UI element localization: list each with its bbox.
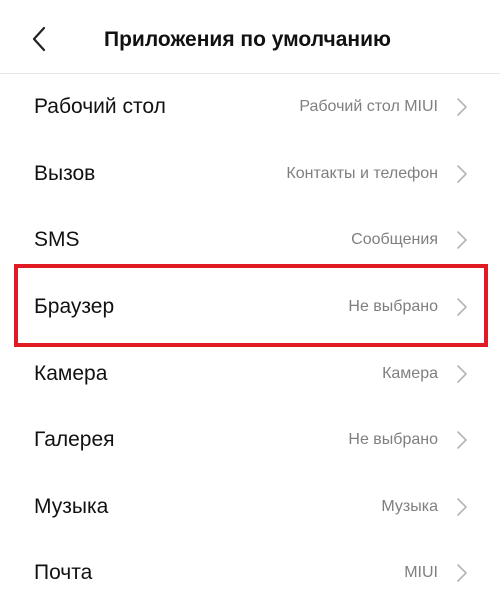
chevron-left-icon bbox=[32, 26, 46, 52]
list-item-label: Браузер bbox=[34, 295, 115, 319]
chevron-right-icon bbox=[454, 164, 470, 184]
page-title: Приложения по умолчанию bbox=[104, 28, 391, 51]
back-button[interactable] bbox=[22, 22, 56, 56]
list-item-value: Камера bbox=[382, 364, 438, 382]
chevron-right-icon bbox=[454, 563, 470, 583]
list-item-desktop[interactable]: Рабочий стол Рабочий стол MIUI bbox=[0, 74, 500, 141]
list-item-music[interactable]: Музыка Музыка bbox=[0, 474, 500, 541]
chevron-right-icon bbox=[454, 430, 470, 450]
list-item-value: Не выбрано bbox=[348, 298, 438, 316]
chevron-right-icon bbox=[454, 97, 470, 117]
list-item-camera[interactable]: Камера Камера bbox=[0, 340, 500, 407]
list-item-mail[interactable]: Почта MIUI bbox=[0, 540, 500, 607]
list-item-value: MIUI bbox=[404, 564, 438, 582]
list-item-label: Галерея bbox=[34, 428, 115, 452]
list-item-label: Музыка bbox=[34, 494, 109, 518]
list-item-label: Рабочий стол bbox=[34, 95, 166, 119]
settings-list: Рабочий стол Рабочий стол MIUI Вызов Кон… bbox=[0, 74, 500, 607]
list-item-label: Вызов bbox=[34, 161, 96, 185]
list-item-browser[interactable]: Браузер Не выбрано bbox=[0, 274, 500, 341]
chevron-right-icon bbox=[454, 364, 470, 384]
list-item-value: Контакты и телефон bbox=[286, 164, 438, 182]
list-item-value: Не выбрано bbox=[348, 431, 438, 449]
list-item-value: Музыка bbox=[381, 497, 438, 515]
list-item-value: Сообщения bbox=[351, 231, 438, 249]
list-item-label: Камера bbox=[34, 361, 108, 385]
list-item-label: Почта bbox=[34, 561, 93, 585]
header: Приложения по умолчанию bbox=[0, 0, 500, 74]
list-item-call[interactable]: Вызов Контакты и телефон bbox=[0, 141, 500, 208]
list-item-value: Рабочий стол MIUI bbox=[299, 98, 438, 116]
list-item-label: SMS bbox=[34, 228, 80, 252]
list-item-sms[interactable]: SMS Сообщения bbox=[0, 207, 500, 274]
chevron-right-icon bbox=[454, 497, 470, 517]
chevron-right-icon bbox=[454, 297, 470, 317]
chevron-right-icon bbox=[454, 230, 470, 250]
list-item-gallery[interactable]: Галерея Не выбрано bbox=[0, 407, 500, 474]
